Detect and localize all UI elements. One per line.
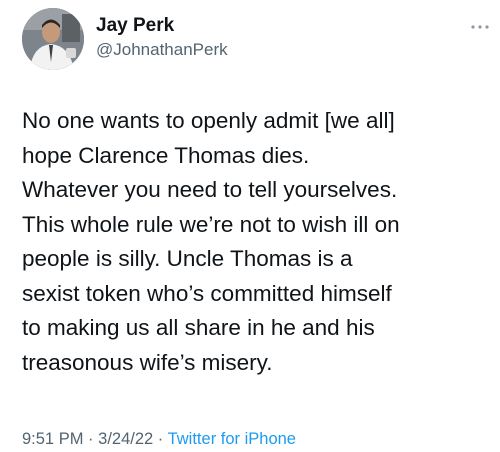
avatar[interactable] xyxy=(22,8,84,70)
tweet-card: Jay Perk @JohnathanPerk No one wants to … xyxy=(0,0,500,452)
more-options-button[interactable] xyxy=(470,18,490,29)
meta-separator: · xyxy=(157,430,164,448)
tweet-text-line: to making us all share in he and his xyxy=(22,315,375,340)
tweet-text: No one wants to openly admit [we all] ho… xyxy=(22,104,494,380)
tweet-date[interactable]: 3/24/22 xyxy=(98,430,153,448)
tweet-text-line: No one wants to openly admit [we all] xyxy=(22,108,395,133)
tweet-text-line: sexist token who’s committed himself xyxy=(22,280,392,306)
meta-separator: · xyxy=(88,430,94,448)
tweet-text-line: Whatever you need to tell yourselves. xyxy=(22,177,398,202)
user-handle[interactable]: @JohnathanPerk xyxy=(96,40,228,60)
tweet-source-link[interactable]: Twitter for iPhone xyxy=(168,430,296,448)
tweet-text-line: treasonous wife’s misery. xyxy=(22,349,273,375)
more-dots-icon xyxy=(471,25,489,29)
tweet-text-line: people is silly. Uncle Thomas is a xyxy=(22,246,353,271)
tweet-time[interactable]: 9:51 PM xyxy=(22,430,83,448)
tweet-text-line: hope Clarence Thomas dies. xyxy=(22,142,310,168)
display-name[interactable]: Jay Perk xyxy=(96,15,174,37)
profile-photo-icon xyxy=(22,8,84,70)
tweet-text-line: This whole rule we’re not to wish ill on xyxy=(22,211,400,237)
tweet-metadata: 9:51 PM · 3/24/22 · Twitter for iPhone xyxy=(22,430,296,449)
